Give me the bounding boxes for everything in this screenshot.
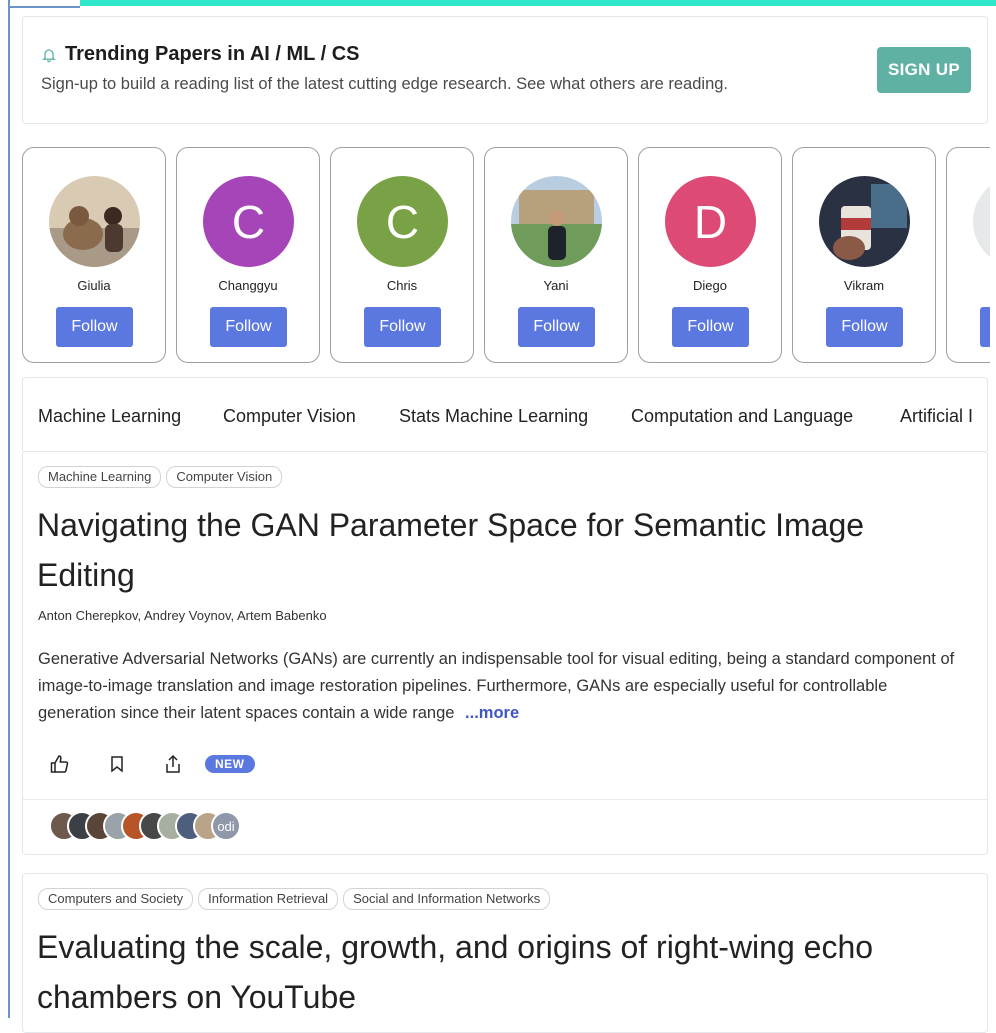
avatar[interactable] [511, 176, 602, 267]
like-button[interactable] [49, 754, 69, 774]
follow-button[interactable] [980, 307, 990, 347]
tag[interactable]: Computers and Society [38, 888, 194, 910]
people-carousel: Giulia Follow C Changgyu Follow C Chris … [22, 147, 990, 364]
person-photo-icon [511, 176, 602, 267]
sign-up-button[interactable]: SIGN UP [877, 47, 971, 93]
paper-authors: Anton Cherepkov, Andrey Voynov, Artem Ba… [38, 608, 327, 623]
follow-button[interactable]: Follow [364, 307, 441, 347]
tab-machine-learning[interactable]: Machine Learning [38, 406, 181, 427]
person-card: C Changgyu Follow [176, 147, 320, 363]
left-frame-line [8, 0, 10, 1018]
paper-title[interactable]: Navigating the GAN Parameter Space for S… [37, 500, 937, 600]
follow-button[interactable]: Follow [672, 307, 749, 347]
tab-computation-and-language[interactable]: Computation and Language [631, 406, 853, 427]
banner-subtitle: Sign-up to build a reading list of the l… [41, 75, 729, 93]
person-card [946, 147, 990, 363]
top-accent-bar [80, 0, 996, 6]
follow-button[interactable]: Follow [210, 307, 287, 347]
avatar[interactable]: D [665, 176, 756, 267]
person-name: Vikram [843, 278, 885, 293]
tag[interactable]: Social and Information Networks [343, 888, 551, 910]
paper-title-line: Editing [37, 557, 135, 593]
bookmark-button[interactable] [107, 754, 127, 774]
person-card: D Diego Follow [638, 147, 782, 363]
tag[interactable]: Information Retrieval [198, 888, 339, 910]
avatar[interactable] [819, 176, 910, 267]
person-name: Giulia [77, 278, 111, 293]
person-name: Changgyu [218, 278, 278, 293]
new-badge: NEW [205, 755, 255, 773]
paper-tags: Computers and Society Information Retrie… [38, 888, 551, 910]
person-name: Yani [543, 278, 569, 293]
bell-icon [42, 48, 56, 62]
paper-title-line: Navigating the GAN Parameter Space for S… [37, 507, 865, 543]
topic-tabs: Machine Learning Computer Vision Stats M… [22, 377, 988, 451]
tag[interactable]: Machine Learning [38, 466, 162, 488]
follow-button[interactable]: Follow [826, 307, 903, 347]
paper-title-line: chambers on YouTube [37, 979, 357, 1015]
bookmark-icon [111, 756, 123, 773]
share-button[interactable] [163, 754, 183, 774]
paper-card: Machine Learning Computer Vision Navigat… [22, 451, 988, 855]
person-card: Yani Follow [484, 147, 628, 363]
person-card: Giulia Follow [22, 147, 166, 363]
person-name: Chris [386, 278, 418, 293]
signup-banner: Trending Papers in AI / ML / CS Sign-up … [22, 16, 988, 124]
follow-button[interactable]: Follow [56, 307, 133, 347]
paper-tags: Machine Learning Computer Vision [38, 466, 283, 488]
paper-actions: NEW [49, 754, 255, 774]
more-link[interactable]: ...more [465, 704, 519, 722]
paper-abstract: Generative Adversarial Networks (GANs) a… [38, 646, 958, 727]
person-photo-icon [819, 176, 910, 267]
divider [23, 799, 987, 800]
banner-title-text: Trending Papers in AI / ML / CS [65, 43, 360, 65]
tag[interactable]: Computer Vision [166, 466, 283, 488]
tab-computer-vision[interactable]: Computer Vision [223, 406, 356, 427]
top-frame-line [8, 6, 80, 8]
banner-title: Trending Papers in AI / ML / CS [41, 43, 360, 66]
avatar[interactable] [49, 176, 140, 267]
tab-artificial-intelligence[interactable]: Artificial I [900, 406, 973, 427]
person-card: C Chris Follow [330, 147, 474, 363]
avatar[interactable]: C [357, 176, 448, 267]
reader-avatar[interactable]: odi [211, 811, 241, 841]
paper-title-line: Evaluating the scale, growth, and origin… [37, 929, 874, 965]
reader-avatars: odi [49, 811, 241, 841]
avatar[interactable]: C [203, 176, 294, 267]
person-card: Vikram Follow [792, 147, 936, 363]
follow-button[interactable]: Follow [518, 307, 595, 347]
person-photo-icon [49, 176, 140, 267]
tab-stats-machine-learning[interactable]: Stats Machine Learning [399, 406, 588, 427]
person-name: Diego [693, 278, 727, 293]
paper-card: Computers and Society Information Retrie… [22, 873, 988, 1033]
thumbs-up-icon [50, 755, 69, 773]
paper-title[interactable]: Evaluating the scale, growth, and origin… [37, 922, 937, 1022]
share-icon [166, 754, 180, 773]
avatar[interactable] [973, 176, 990, 267]
